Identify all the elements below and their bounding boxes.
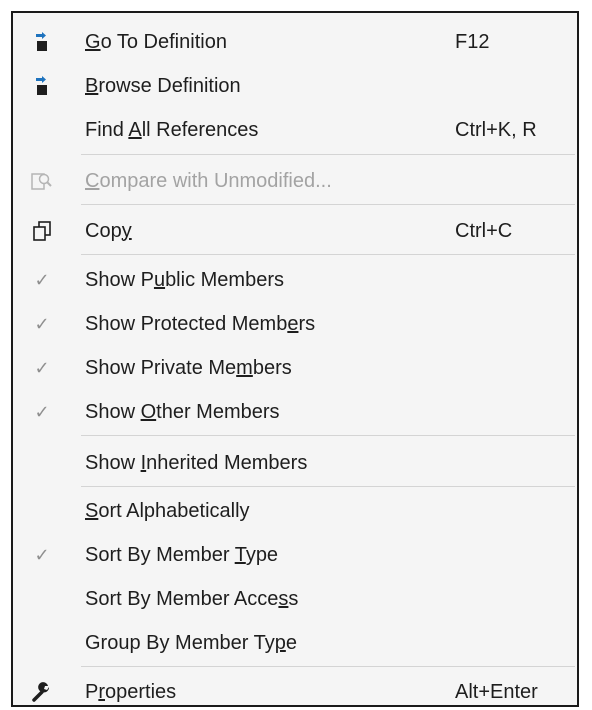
menu-separator [81,204,575,205]
menu-item-sort-by-member-type[interactable]: ✓ Sort By Member Type [13,533,577,577]
menu-item-label: Compare with Unmodified... [85,169,332,192]
menu-item-label: Copy [85,219,132,242]
menu-item-label: Browse Definition [85,74,241,97]
checkmark-icon: ✓ [34,313,50,335]
menu-item-go-to-definition[interactable]: Go To Definition F12 [13,20,577,64]
menu-item-sort-alphabetically[interactable]: Sort Alphabetically [13,489,577,533]
menu-separator [81,666,575,667]
menu-item-label: Sort By Member Access [85,587,299,610]
checkmark-icon: ✓ [34,401,50,423]
menu-item-label: Sort By Member Type [85,543,279,566]
go-to-definition-icon [27,20,57,64]
menu-item-label: Group By Member Type [85,631,297,654]
menu-item-label: Show Inherited Members [85,451,308,474]
menu-item-shortcut: Ctrl+C [455,219,513,242]
checkmark-icon: ✓ [34,357,50,379]
menu-item-label: Show Private Members [85,356,292,379]
menu-item-show-protected-members[interactable]: ✓ Show Protected Members [13,302,577,346]
menu-separator [81,486,575,487]
browse-definition-icon [27,64,57,108]
menu-item-group-by-member-type[interactable]: Group By Member Type [13,621,577,665]
menu-item-sort-by-member-access[interactable]: Sort By Member Access [13,577,577,621]
menu-item-properties[interactable]: Properties Alt+Enter [13,670,577,705]
menu-item-label: Show Protected Members [85,312,316,335]
menu-item-compare-with-unmodified: Compare with Unmodified... [13,159,577,203]
menu-item-show-private-members[interactable]: ✓ Show Private Members [13,346,577,390]
menu-item-label: Go To Definition [85,30,227,53]
menu-item-show-public-members[interactable]: ✓ Show Public Members [13,258,577,302]
copy-icon [27,209,57,253]
menu-item-copy[interactable]: Copy Ctrl+C [13,209,577,253]
menu-item-shortcut: F12 [455,30,490,53]
context-menu: Go To Definition F12 Browse Definition F… [11,11,579,707]
menu-item-find-all-references[interactable]: Find All References Ctrl+K, R [13,108,577,152]
checkmark-icon: ✓ [34,269,50,291]
menu-item-shortcut: Alt+Enter [455,680,538,703]
menu-item-label: Properties [85,680,177,703]
menu-separator [81,254,575,255]
menu-item-label: Sort Alphabetically [85,499,250,522]
menu-separator [81,154,575,155]
menu-item-show-other-members[interactable]: ✓ Show Other Members [13,390,577,434]
checkmark-icon: ✓ [34,544,50,566]
menu-item-label: Show Public Members [85,268,284,291]
menu-separator [81,435,575,436]
menu-item-shortcut: Ctrl+K, R [455,118,537,141]
menu-item-show-inherited-members[interactable]: Show Inherited Members [13,441,577,485]
menu-item-browse-definition[interactable]: Browse Definition [13,64,577,108]
menu-item-label: Show Other Members [85,400,280,423]
wrench-icon [27,670,57,705]
compare-icon [27,159,57,203]
menu-item-label: Find All References [85,118,259,141]
